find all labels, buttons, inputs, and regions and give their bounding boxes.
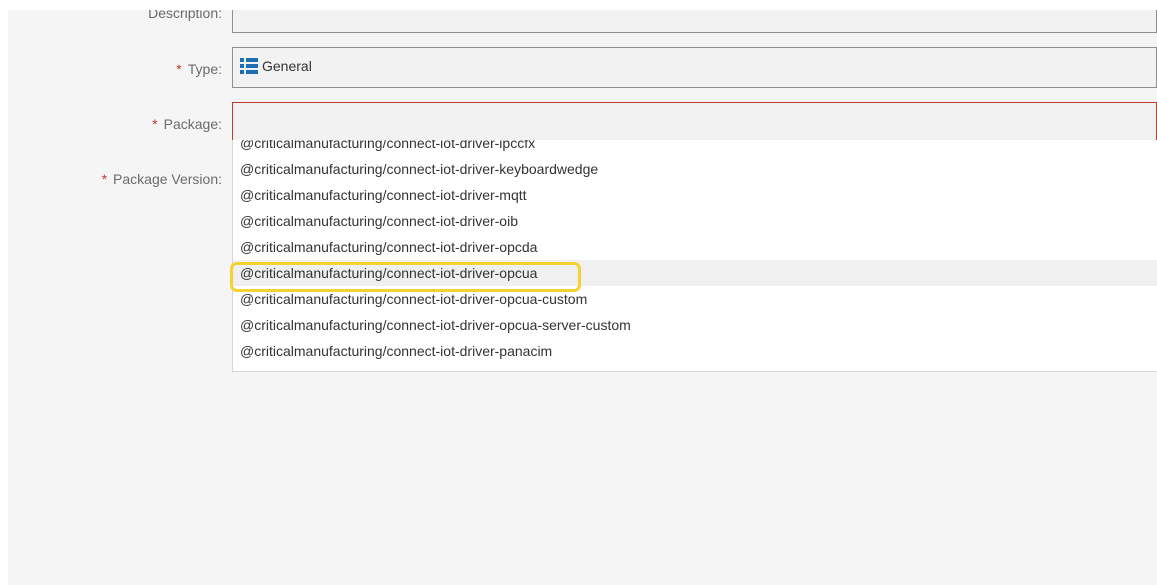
dropdown-option[interactable]: @criticalmanufacturing/connect-iot-drive… xyxy=(233,286,1157,312)
required-marker: * xyxy=(176,61,182,77)
form-panel: Description: * Type: General * Package: * P… xyxy=(8,10,1157,585)
type-value: General xyxy=(240,58,312,74)
package-version-label: * Package Version: xyxy=(101,171,222,187)
dropdown-option[interactable]: @criticalmanufacturing/connect-iot-drive… xyxy=(233,234,1157,260)
required-marker: * xyxy=(152,116,158,132)
dropdown-option[interactable]: @criticalmanufacturing/connect-iot-drive… xyxy=(233,312,1157,338)
dropdown-option[interactable]: @criticalmanufacturing/connect-iot-drive… xyxy=(233,208,1157,234)
package-input[interactable] xyxy=(232,102,1157,143)
type-label: * Type: xyxy=(176,61,222,77)
description-field[interactable] xyxy=(232,10,1157,33)
dropdown-option[interactable]: @criticalmanufacturing/connect-iot-drive… xyxy=(233,140,1157,156)
package-label: * Package: xyxy=(152,116,222,132)
dropdown-option[interactable]: @criticalmanufacturing/connect-iot-drive… xyxy=(233,182,1157,208)
type-field[interactable]: General xyxy=(232,47,1157,88)
required-marker: * xyxy=(101,171,108,187)
dropdown-option-selected[interactable]: @criticalmanufacturing/connect-iot-drive… xyxy=(233,260,1157,286)
dropdown-option[interactable]: @criticalmanufacturing/connect-iot-drive… xyxy=(233,338,1157,364)
package-dropdown[interactable]: @criticalmanufacturing/connect-iot-drive… xyxy=(232,140,1157,372)
dropdown-option[interactable]: @criticalmanufacturing/connect-iot-drive… xyxy=(233,156,1157,182)
type-value-text: General xyxy=(262,58,312,74)
description-label: Description: xyxy=(148,10,222,21)
list-icon xyxy=(240,58,258,74)
